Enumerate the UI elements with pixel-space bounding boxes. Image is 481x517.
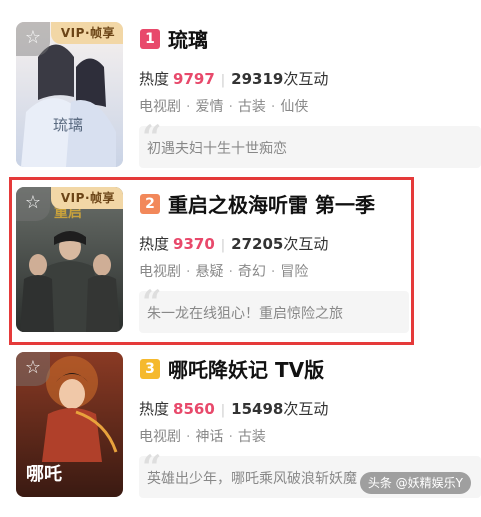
tag: 电视剧 xyxy=(139,429,181,445)
stats-divider: | xyxy=(220,73,226,88)
tagline-text: 初遇夫妇十生十世痴恋 xyxy=(147,141,287,157)
vip-badge: VIP·帧享 xyxy=(50,22,123,44)
item-title[interactable]: 哪吒降妖记 TV版 xyxy=(168,354,324,383)
stats-divider: | xyxy=(220,403,226,418)
tagline-box: “ 初遇夫妇十生十世痴恋 xyxy=(139,118,481,168)
interaction-label: 次互动 xyxy=(283,400,329,418)
interaction-count: 15498 xyxy=(231,400,284,418)
tagline-text: 英雄出少年，哪吒乘风破浪斩妖魔 xyxy=(147,471,357,487)
item-stats: 热度 9797 | 29319次互动 xyxy=(139,68,328,89)
heat-value: 8560 xyxy=(173,400,215,418)
star-icon[interactable]: ☆ xyxy=(16,22,50,56)
source-watermark: 头条 @妖精娱乐Y xyxy=(359,472,471,494)
poster-title: 哪吒 xyxy=(26,464,62,485)
item-title[interactable]: 琉璃 xyxy=(168,24,208,53)
tag: 古装 xyxy=(237,99,266,115)
tag: 仙侠 xyxy=(280,99,309,115)
poster-title: 琉璃 xyxy=(53,116,83,134)
rank-badge: 1 xyxy=(140,29,160,49)
ranking-item-1[interactable]: 琉璃 ☆ VIP·帧享 1 琉璃 热度 9797 | 29319次互动 电视剧 · 爱情 ·… xyxy=(0,22,481,187)
genre-tags: 电视剧 · 神话 · 古装 xyxy=(139,429,266,445)
rank-badge: 3 xyxy=(140,359,160,379)
tag: 古装 xyxy=(237,429,266,445)
interaction-count: 29319 xyxy=(231,70,284,88)
genre-tags: 电视剧 · 爱情 · 古装 · 仙侠 xyxy=(139,99,309,115)
star-icon[interactable]: ☆ xyxy=(16,352,50,386)
heat-label: 热度 xyxy=(139,400,170,418)
tag: 神话 xyxy=(195,429,224,445)
item-stats: 热度 8560 | 15498次互动 xyxy=(139,398,328,419)
heat-value: 9797 xyxy=(173,70,215,88)
drama-ranking-list: 琉璃 ☆ VIP·帧享 1 琉璃 热度 9797 | 29319次互动 电视剧 · 爱情 ·… xyxy=(0,0,481,502)
interaction-label: 次互动 xyxy=(283,70,329,88)
poster-image[interactable]: 琉璃 ☆ VIP·帧享 xyxy=(16,22,123,167)
poster-image[interactable]: 哪吒 ☆ xyxy=(16,352,123,497)
heat-label: 热度 xyxy=(139,70,170,88)
tag: 爱情 xyxy=(195,99,224,115)
highlight-frame xyxy=(9,177,414,345)
tag: 电视剧 xyxy=(139,99,181,115)
